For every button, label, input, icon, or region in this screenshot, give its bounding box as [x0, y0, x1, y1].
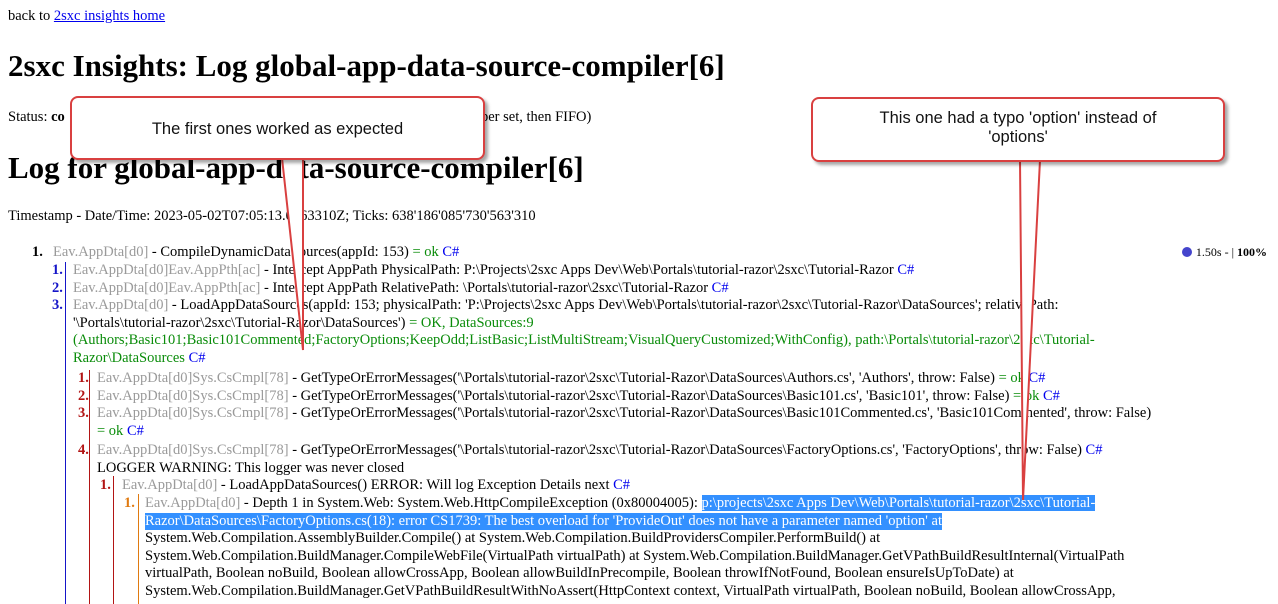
entry-text: - LoadAppDataSources() ERROR: Will log E…: [217, 477, 614, 493]
back-line: back to 2sxc insights home: [8, 8, 165, 25]
stack-trace-line: System.Web.Compilation.BuildManager.GetV…: [145, 583, 1116, 599]
csharp-link[interactable]: C#: [127, 423, 144, 439]
csharp-link[interactable]: C#: [1086, 442, 1103, 458]
entry-text: - GetTypeOrErrorMessages('\Portals\tutor…: [288, 388, 1014, 404]
entry-text: - LoadAppDataSources(appId: 153; physica…: [168, 297, 1059, 313]
status-value-end: per set, then FIFO): [481, 109, 592, 125]
entry-number: 1.: [32, 244, 43, 260]
selected-error-text[interactable]: Razor\DataSources\FactoryOptions.cs(18):…: [145, 512, 942, 531]
entry-source: Eav.AppDta[d0]Sys.CsCmpl[78]: [97, 370, 289, 386]
entry-source: Eav.AppDta[d0]Eav.AppPth[ac]: [73, 280, 261, 296]
entry-text: - Intercept AppPath RelativePath: \Porta…: [260, 280, 712, 296]
entry-text: - GetTypeOrErrorMessages('\Portals\tutor…: [288, 442, 1086, 458]
entry-text: '\Portals\tutorial-razor\2sxc\Tutorial-R…: [73, 314, 410, 331]
logger-warning: LOGGER WARNING: This logger was never cl…: [97, 459, 405, 476]
csharp-link[interactable]: C#: [442, 244, 459, 260]
back-prefix: back to: [8, 8, 54, 24]
entry-result: = ok: [412, 244, 439, 260]
entry-result: (Authors;Basic101;Basic101Commented;Fact…: [73, 332, 1095, 349]
entry-source: Eav.AppDta[d0]Eav.AppPth[ac]: [73, 262, 261, 278]
callout-right-text: This one had a typo 'option' instead of …: [879, 109, 1157, 146]
csharp-link[interactable]: C#: [613, 477, 630, 493]
entry-source: Eav.AppDta[d0]: [145, 495, 241, 511]
entry-result: Razor\DataSources: [73, 349, 185, 366]
timer-icon: [1181, 247, 1192, 257]
csharp-link[interactable]: C#: [897, 262, 914, 278]
entry-source: Eav.AppDta[d0]: [73, 297, 169, 313]
entry-number: 4.: [78, 442, 89, 458]
csharp-link[interactable]: C#: [189, 350, 206, 366]
entry-text: - Intercept AppPath PhysicalPath: P:\Pro…: [260, 262, 898, 278]
annotation-callout-right: This one had a typo 'option' instead of …: [811, 97, 1225, 162]
perf-percent: 100%: [1237, 245, 1267, 259]
stack-trace-line: System.Web.Compilation.AssemblyBuilder.C…: [145, 530, 881, 547]
status-label: Status:: [8, 109, 52, 125]
entry-source: Eav.AppDta[d0]: [122, 477, 218, 493]
annotation-callout-left: The first ones worked as expected: [70, 96, 485, 160]
back-link[interactable]: 2sxc insights home: [54, 8, 165, 24]
entry-result: = OK, DataSources:9: [409, 314, 534, 331]
status-value-start: co: [51, 109, 65, 125]
tree-line-level5: [138, 494, 139, 604]
entry-text: - Depth 1 in System.Web: System.Web.Http…: [240, 495, 702, 511]
tree-line-level4: [113, 476, 114, 604]
entry-result: = ok: [1013, 388, 1040, 404]
tree-line-level3: [89, 370, 90, 604]
entry-source: Eav.AppDta[d0]Sys.CsCmpl[78]: [97, 442, 289, 458]
entry-number: 3.: [52, 297, 63, 313]
stack-trace-line: System.Web.Compilation.BuildManager.Comp…: [145, 547, 1125, 564]
entry-text: - CompileDynamicDataSources(appId: 153): [148, 244, 413, 260]
perf-indicator: 1.50s - | 100%: [1181, 245, 1267, 260]
csharp-link[interactable]: C#: [1029, 370, 1046, 386]
tree-line-level2: [65, 262, 66, 604]
entry-result: = ok: [998, 370, 1025, 386]
status-line: Status: co per set, then FIFO): [8, 109, 591, 126]
entry-source: Eav.AppDta[d0]Sys.CsCmpl[78]: [97, 388, 289, 404]
entry-number: 2.: [78, 388, 89, 404]
entry-number: 1.: [100, 477, 111, 493]
entry-text: - GetTypeOrErrorMessages('\Portals\tutor…: [288, 370, 999, 386]
callout-left-text: The first ones worked as expected: [151, 120, 404, 138]
entry-number: 1.: [78, 370, 89, 386]
entry-source: Eav.AppDta[d0]Sys.CsCmpl[78]: [97, 405, 289, 421]
perf-time: 1.50s - |: [1195, 245, 1234, 259]
timestamp: Timestamp - Date/Time: 2023-05-02T07:05:…: [8, 208, 536, 224]
entry-number: 1.: [52, 262, 63, 278]
csharp-link[interactable]: C#: [712, 280, 729, 296]
entry-number: 2.: [52, 280, 63, 296]
entry-source: Eav.AppDta[d0]: [53, 244, 149, 260]
selected-error-text[interactable]: p:\projects\2sxc Apps Dev\Web\Portals\tu…: [701, 495, 1096, 511]
entry-number: 3.: [78, 405, 89, 421]
stack-trace-line: virtualPath, Boolean noBuild, Boolean al…: [145, 565, 1014, 582]
page-title: 2sxc Insights: Log global-app-data-sourc…: [8, 48, 725, 83]
entry-text: - GetTypeOrErrorMessages('\Portals\tutor…: [288, 405, 1152, 421]
csharp-link[interactable]: C#: [1043, 388, 1060, 404]
entry-result: = ok: [97, 422, 124, 439]
entry-number: 1.: [124, 495, 135, 511]
